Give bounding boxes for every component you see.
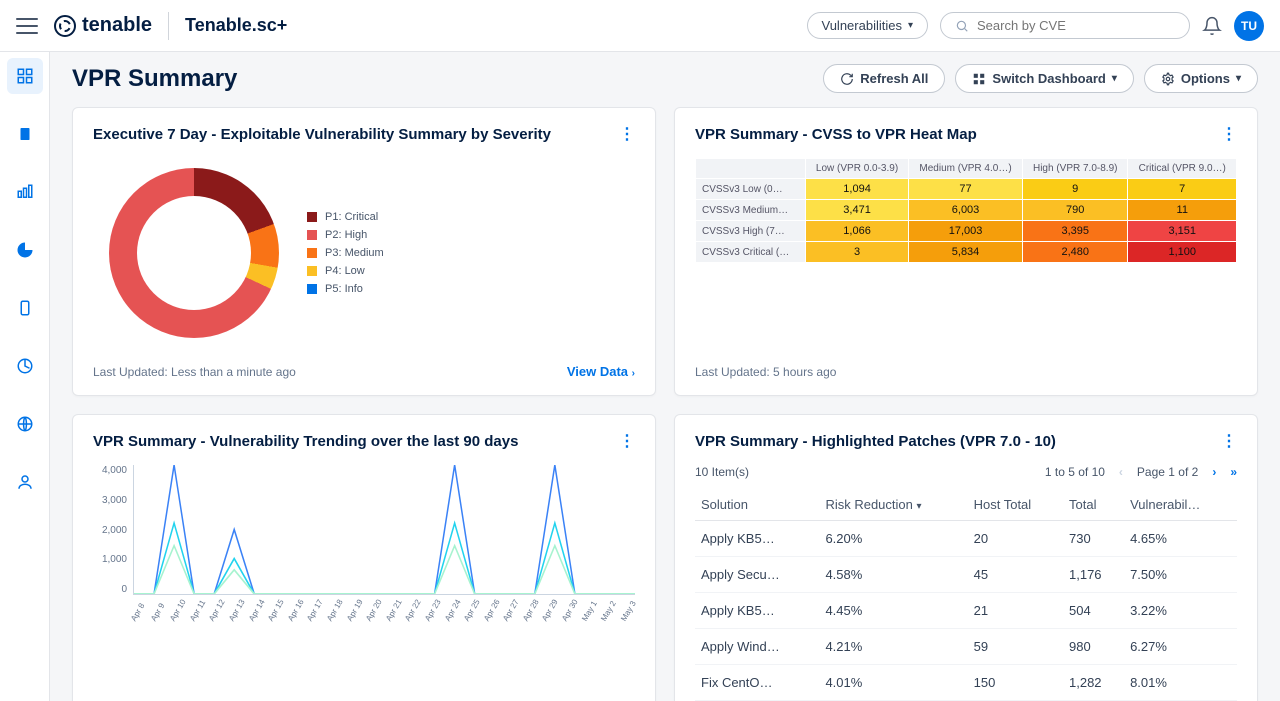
gear-icon: [1161, 72, 1175, 86]
sidebar-item-analytics[interactable]: [7, 232, 43, 268]
sidebar-item-globe[interactable]: [7, 406, 43, 442]
sidebar-item-device[interactable]: [7, 290, 43, 326]
refresh-all-button[interactable]: Refresh All: [823, 64, 945, 93]
trending-line-chart: 4,0003,0002,0001,0000 Apr 8Apr 9Apr 10Ap…: [93, 465, 635, 615]
sidebar-item-file[interactable]: [7, 116, 43, 152]
brand-text: tenable: [82, 14, 152, 37]
scope-label: Vulnerabilities: [822, 18, 902, 33]
chevron-down-icon: ▾: [1112, 73, 1117, 84]
sidebar-item-scan[interactable]: [7, 348, 43, 384]
page-next-button[interactable]: ›: [1212, 465, 1216, 479]
table-row[interactable]: Fix CentO…4.01%1501,2828.01%: [695, 665, 1237, 701]
card-heatmap: VPR Summary - CVSS to VPR Heat Map ⋮ Low…: [674, 107, 1258, 396]
items-count: 10 Item(s): [695, 465, 749, 479]
brand-logo[interactable]: tenable: [54, 14, 152, 37]
last-updated: Last Updated: Less than a minute ago: [93, 365, 296, 379]
chevron-down-icon: ▾: [908, 20, 913, 31]
tenable-logo-icon: [54, 15, 76, 37]
severity-donut-chart: [109, 168, 279, 338]
product-name[interactable]: Tenable.sc+: [185, 15, 287, 36]
page-label: Page 1 of 2: [1137, 465, 1198, 479]
page-title: VPR Summary: [72, 65, 237, 93]
search-input[interactable]: [977, 18, 1175, 33]
patches-table: SolutionRisk Reduction ▾Host TotalTotalV…: [695, 489, 1237, 701]
view-data-link[interactable]: View Data ›: [567, 364, 635, 379]
donut-legend: P1: CriticalP2: HighP3: MediumP4: LowP5:…: [307, 211, 384, 295]
menu-icon[interactable]: [16, 18, 38, 34]
page-prev-button[interactable]: ‹: [1119, 465, 1123, 479]
avatar[interactable]: TU: [1234, 11, 1264, 41]
table-row[interactable]: Apply Wind…4.21%599806.27%: [695, 629, 1237, 665]
page-last-button[interactable]: »: [1230, 465, 1237, 479]
card-title: VPR Summary - CVSS to VPR Heat Map: [695, 126, 977, 143]
table-row[interactable]: Apply KB5…4.45%215043.22%: [695, 593, 1237, 629]
sidebar: [0, 52, 50, 701]
card-menu-icon[interactable]: ⋮: [619, 431, 635, 451]
divider: [168, 12, 169, 40]
sidebar-item-dashboard[interactable]: [7, 58, 43, 94]
page-header: VPR Summary Refresh All Switch Dashboard…: [72, 64, 1258, 93]
card-title: VPR Summary - Vulnerability Trending ove…: [93, 433, 518, 450]
card-menu-icon[interactable]: ⋮: [1221, 124, 1237, 144]
card-patches: VPR Summary - Highlighted Patches (VPR 7…: [674, 414, 1258, 701]
refresh-icon: [840, 72, 854, 86]
chevron-down-icon: ▾: [1236, 73, 1241, 84]
table-row[interactable]: Apply KB5…6.20%207304.65%: [695, 521, 1237, 557]
search-icon: [955, 19, 969, 33]
last-updated: Last Updated: 5 hours ago: [695, 325, 1237, 379]
card-menu-icon[interactable]: ⋮: [619, 124, 635, 144]
notifications-icon[interactable]: [1202, 16, 1222, 36]
top-bar: tenable Tenable.sc+ Vulnerabilities ▾ TU: [0, 0, 1280, 52]
card-menu-icon[interactable]: ⋮: [1221, 431, 1237, 451]
heatmap-table: Low (VPR 0.0-3.9)Medium (VPR 4.0…)High (…: [695, 158, 1237, 263]
search-box[interactable]: [940, 12, 1190, 39]
card-title: VPR Summary - Highlighted Patches (VPR 7…: [695, 433, 1056, 450]
range-label: 1 to 5 of 10: [1045, 465, 1105, 479]
options-button[interactable]: Options ▾: [1144, 64, 1258, 93]
card-exec-7day: Executive 7 Day - Exploitable Vulnerabil…: [72, 107, 656, 396]
sidebar-item-assets[interactable]: [7, 174, 43, 210]
card-title: Executive 7 Day - Exploitable Vulnerabil…: [93, 126, 551, 143]
table-row[interactable]: Apply Secu…4.58%451,1767.50%: [695, 557, 1237, 593]
card-trending: VPR Summary - Vulnerability Trending ove…: [72, 414, 656, 701]
grid-icon: [972, 72, 986, 86]
switch-dashboard-button[interactable]: Switch Dashboard ▾: [955, 64, 1133, 93]
sidebar-item-user[interactable]: [7, 464, 43, 500]
scope-selector[interactable]: Vulnerabilities ▾: [807, 12, 928, 39]
